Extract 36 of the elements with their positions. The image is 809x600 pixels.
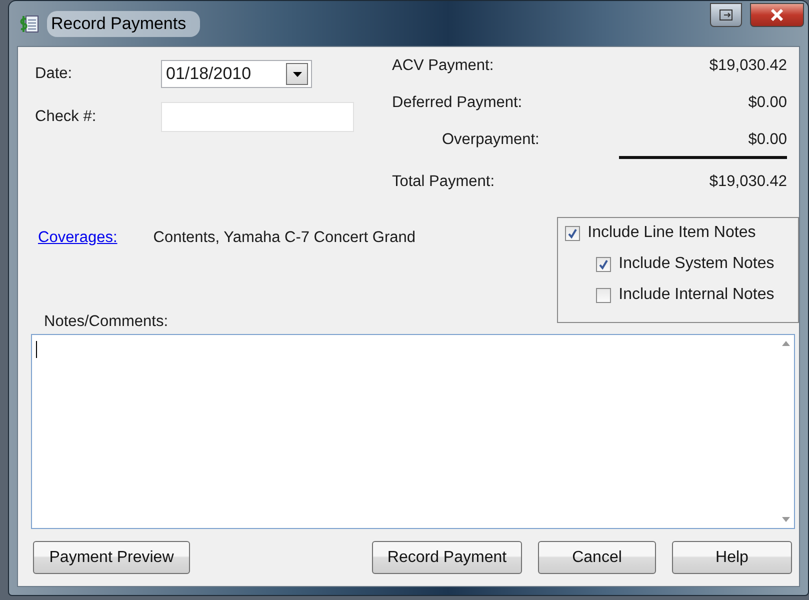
payment-label: ACV Payment: bbox=[392, 57, 494, 75]
restore-icon bbox=[719, 8, 733, 20]
total-label: Total Payment: bbox=[392, 173, 495, 191]
checkbox[interactable] bbox=[596, 256, 611, 272]
dialog-button[interactable]: Help bbox=[672, 541, 792, 574]
check-number-field[interactable] bbox=[161, 102, 354, 132]
window-title: Record Payments bbox=[47, 10, 200, 36]
coverages-link[interactable]: Coverages: bbox=[38, 229, 118, 247]
notes-field[interactable] bbox=[31, 334, 795, 529]
close-button[interactable] bbox=[750, 2, 804, 26]
date-field[interactable]: 01/18/2010 bbox=[161, 60, 312, 88]
checkbox-label: Include Internal Notes bbox=[618, 286, 774, 304]
payment-label: Overpayment: bbox=[441, 131, 540, 149]
checkbox-label: Include System Notes bbox=[618, 255, 774, 273]
date-label: Date: bbox=[35, 65, 74, 83]
checkbox-label: Include Line Item Notes bbox=[588, 224, 756, 242]
payment-amount: $0.00 bbox=[748, 94, 787, 112]
close-icon bbox=[770, 8, 784, 20]
notes-label: Notes/Comments: bbox=[44, 313, 168, 330]
app-icon bbox=[19, 14, 39, 34]
scroll-down-icon[interactable] bbox=[782, 517, 790, 522]
payment-label: Deferred Payment: bbox=[392, 94, 522, 112]
payment-amount: $19,030.42 bbox=[709, 57, 787, 75]
dialog-button[interactable]: Cancel bbox=[538, 541, 656, 574]
checkbox[interactable] bbox=[564, 226, 580, 240]
coverages-text: Contents, Yamaha C-7 Concert Grand bbox=[153, 229, 416, 247]
scroll-up-icon[interactable] bbox=[782, 341, 790, 346]
dialog-button[interactable]: Payment Preview bbox=[33, 541, 190, 574]
check-number-label: Check #: bbox=[35, 108, 98, 126]
checkbox[interactable] bbox=[596, 288, 611, 302]
dialog-button[interactable]: Record Payment bbox=[372, 541, 522, 574]
dropdown-button[interactable] bbox=[286, 63, 308, 85]
payment-amount: $0.00 bbox=[748, 131, 787, 149]
restore-button[interactable] bbox=[710, 2, 742, 26]
total-amount: $19,030.42 bbox=[709, 173, 787, 191]
caret-icon bbox=[292, 72, 302, 76]
